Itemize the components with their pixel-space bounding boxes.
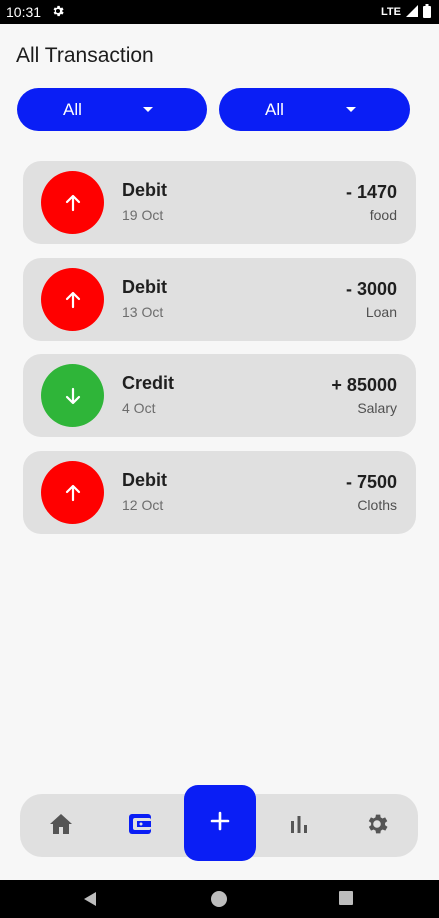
caret-down-icon	[346, 107, 356, 112]
arrow-up-icon	[41, 461, 104, 524]
transaction-amount: - 3000	[345, 279, 397, 299]
filter-value: All	[265, 100, 284, 119]
settings-icon[interactable]	[362, 809, 392, 839]
transaction-category: food	[369, 207, 397, 223]
status-time: 10:31	[6, 4, 42, 20]
transaction-item[interactable]: Debit 19 Oct - 1470 food	[23, 161, 416, 244]
back-icon[interactable]	[81, 890, 99, 913]
caret-down-icon	[143, 107, 153, 112]
transaction-type: Debit	[122, 470, 167, 490]
transaction-category: Loan	[365, 304, 397, 320]
transaction-date: 4 Oct	[122, 400, 156, 416]
arrow-up-icon	[41, 171, 104, 234]
filter-dropdown-category[interactable]: All	[219, 88, 410, 131]
filter-dropdown-type[interactable]: All	[17, 88, 207, 131]
signal-icon	[406, 4, 418, 20]
wallet-icon[interactable]	[125, 809, 155, 839]
network-label: LTE	[381, 6, 401, 18]
filter-value: All	[63, 100, 82, 119]
transaction-item[interactable]: Debit 13 Oct - 3000 Loan	[23, 258, 416, 341]
transaction-date: 13 Oct	[122, 304, 164, 320]
add-transaction-button[interactable]	[184, 785, 256, 861]
status-bar: 10:31 LTE	[0, 0, 439, 24]
battery-icon	[423, 3, 431, 21]
transaction-type: Credit	[122, 373, 175, 393]
add-icon	[209, 810, 231, 837]
transaction-date: 12 Oct	[122, 497, 164, 513]
home-icon[interactable]	[46, 809, 76, 839]
transaction-amount: + 85000	[331, 375, 397, 395]
transaction-category: Salary	[357, 400, 397, 416]
transaction-amount: - 7500	[345, 472, 397, 492]
arrow-down-icon	[41, 364, 104, 427]
transaction-category: Cloths	[357, 497, 397, 513]
arrow-up-icon	[41, 268, 104, 331]
bar-chart-icon[interactable]	[284, 809, 314, 839]
settings-gear-icon	[51, 4, 65, 21]
transaction-amount: - 1470	[345, 182, 397, 202]
recents-icon[interactable]	[338, 890, 354, 911]
page-title: All Transaction	[16, 44, 154, 67]
transaction-date: 19 Oct	[122, 207, 164, 223]
transaction-item[interactable]: Credit 4 Oct + 85000 Salary	[23, 354, 416, 437]
transaction-item[interactable]: Debit 12 Oct - 7500 Cloths	[23, 451, 416, 534]
system-navigation-bar	[0, 880, 439, 918]
transaction-type: Debit	[122, 277, 167, 297]
home-circle-icon[interactable]	[210, 890, 228, 913]
transaction-type: Debit	[122, 180, 167, 200]
